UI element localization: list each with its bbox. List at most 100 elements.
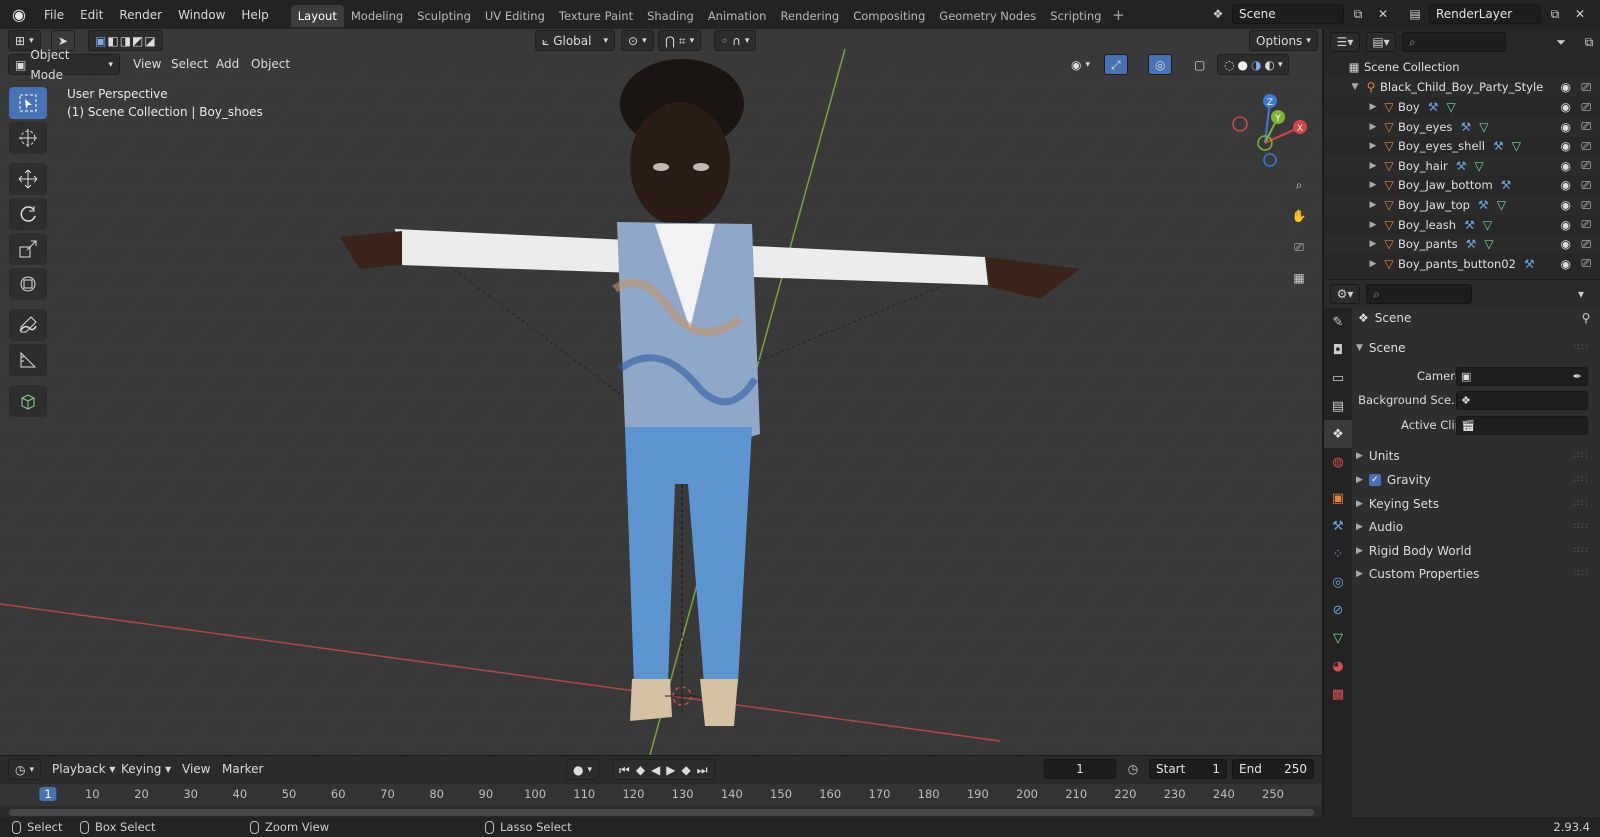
play-reverse-icon[interactable]: ◀ — [651, 760, 660, 780]
select-extend-icon[interactable]: ◧ — [107, 31, 118, 51]
tab-modeling[interactable]: Modeling — [344, 5, 410, 27]
collapsed-triangle-icon[interactable]: ▶ — [1366, 102, 1380, 112]
modifier-wrench-icon[interactable]: ⚒ — [1428, 100, 1439, 114]
constraints-tab-icon[interactable]: ⊘ — [1324, 596, 1352, 624]
jump-end-icon[interactable]: ⏭ — [697, 760, 708, 780]
keying-sets-panel-header[interactable]: ▶ Keying Sets — [1356, 494, 1439, 514]
outliner-row-scene-collection[interactable]: ▦ Scene Collection — [1324, 57, 1600, 77]
world-tab-icon[interactable]: ◍ — [1324, 448, 1352, 476]
gravity-panel-header[interactable]: ▶ ✓ Gravity — [1356, 470, 1431, 490]
jump-start-icon[interactable]: ⏮ — [619, 760, 630, 780]
eye-icon[interactable]: ◉ — [1561, 257, 1571, 271]
collapsed-triangle-icon[interactable]: ▶ — [1366, 200, 1380, 210]
mesh-data-icon[interactable]: ▽ — [1479, 120, 1488, 134]
drag-grip-icon[interactable]: :::: — [1573, 474, 1589, 484]
gravity-checkbox[interactable]: ✓ — [1368, 474, 1381, 486]
render-tab-icon[interactable]: ◘ — [1324, 336, 1352, 364]
menu-select[interactable]: Select — [165, 54, 214, 75]
modifier-wrench-icon[interactable]: ⚒ — [1478, 198, 1489, 212]
eye-icon[interactable]: ◉ — [1561, 159, 1571, 173]
modifier-wrench-icon[interactable]: ⚒ — [1324, 512, 1352, 540]
menu-timeline-view[interactable]: View — [176, 759, 216, 780]
tab-rendering[interactable]: Rendering — [773, 5, 846, 27]
drag-grip-icon[interactable]: :::: — [1573, 568, 1589, 578]
tool-tab-icon[interactable]: ✎ — [1324, 308, 1352, 336]
camera-icon[interactable]: ⎚ — [1581, 217, 1591, 232]
modifier-wrench-icon[interactable]: ⚒ — [1466, 237, 1477, 251]
modifier-wrench-icon[interactable]: ⚒ — [1493, 139, 1504, 153]
outliner-row-object[interactable]: ▶ ▽ Boy_hair ⚒ ▽ ◉ ⎚ — [1324, 155, 1600, 176]
eye-icon[interactable]: ◉ — [1561, 80, 1571, 94]
play-icon[interactable]: ▶ — [666, 760, 675, 780]
mode-dropdown[interactable]: ▣ Object Mode ▾ — [8, 48, 120, 82]
display-mode-icon[interactable]: ▤▾ — [1366, 32, 1396, 52]
view-layer-field[interactable]: RenderLayer — [1429, 4, 1541, 24]
tab-sculpting[interactable]: Sculpting — [410, 5, 478, 27]
drag-grip-icon[interactable]: :::: — [1573, 521, 1589, 531]
gizmo-toggle[interactable]: ⤢ — [1104, 54, 1128, 75]
camera-icon[interactable]: ⎚ — [1581, 80, 1591, 95]
delete-scene-icon[interactable]: ✕ — [1372, 4, 1394, 24]
menu-object[interactable]: Object — [245, 54, 296, 75]
proportional-editing-toggle[interactable]: ◦ ∩ ▾ — [714, 30, 757, 51]
outliner-row-object[interactable]: ▶ ▽ Boy_leash ⚒ ▽ ◉ ⎚ — [1324, 215, 1600, 235]
tab-scripting[interactable]: Scripting — [1043, 5, 1108, 27]
eye-icon[interactable]: ◉ — [1561, 237, 1571, 251]
mesh-data-tab-icon[interactable]: ▽ — [1324, 624, 1352, 652]
menu-edit[interactable]: Edit — [72, 4, 111, 26]
texture-tab-icon[interactable]: ▩ — [1324, 680, 1352, 708]
eye-icon[interactable]: ◉ — [1561, 198, 1571, 212]
outliner-row-object[interactable]: ▶ ▽ Boy_eyes ⚒ ▽ ◉ ⎚ — [1324, 116, 1600, 137]
menu-playback[interactable]: Playback ▾ — [46, 759, 121, 780]
camera-icon[interactable]: ⎚ — [1581, 139, 1591, 154]
menu-keying[interactable]: Keying ▾ — [115, 759, 177, 780]
expand-triangle-icon[interactable]: ▼ — [1348, 82, 1362, 92]
select-subtract-icon[interactable]: ◨ — [120, 31, 131, 51]
custom-properties-panel-header[interactable]: ▶ Custom Properties — [1356, 564, 1479, 584]
drag-grip-icon[interactable]: :::: — [1573, 342, 1589, 352]
collapsed-triangle-icon[interactable]: ▶ — [1366, 220, 1380, 230]
add-workspace-button[interactable]: + — [1108, 6, 1128, 24]
solid-shading-icon[interactable]: ● — [1237, 55, 1247, 75]
tab-compositing[interactable]: Compositing — [846, 5, 932, 27]
collapsed-triangle-icon[interactable]: ▶ — [1366, 122, 1380, 132]
modifier-wrench-icon[interactable]: ⚒ — [1501, 178, 1512, 192]
preview-range-clock-icon[interactable]: ◷ — [1122, 759, 1144, 779]
mesh-data-icon[interactable]: ▽ — [1447, 100, 1456, 114]
rendered-shading-icon[interactable]: ◐ — [1264, 55, 1274, 75]
active-clip-field[interactable]: 🎬︎ — [1456, 416, 1588, 435]
chevron-down-icon[interactable]: ▾ — [1278, 55, 1283, 75]
collapsed-triangle-icon[interactable]: ▶ — [1366, 141, 1380, 151]
start-frame-field[interactable]: Start 1 — [1149, 759, 1227, 779]
rotate-tool[interactable] — [9, 198, 47, 230]
camera-icon[interactable]: ⎚ — [1581, 100, 1591, 115]
end-frame-field[interactable]: End 250 — [1232, 759, 1314, 779]
eye-icon[interactable]: ◉ — [1561, 178, 1571, 192]
select-box-tool[interactable] — [9, 87, 47, 119]
modifier-wrench-icon[interactable]: ⚒ — [1524, 257, 1535, 271]
current-frame-indicator[interactable]: 1 — [39, 787, 57, 801]
mesh-data-icon[interactable]: ▽ — [1512, 139, 1521, 153]
outliner-row-object[interactable]: ▶ ▽ Boy_Jaw_top ⚒ ▽ ◉ ⎚ — [1324, 195, 1600, 215]
audio-panel-header[interactable]: ▶ Audio — [1356, 517, 1403, 537]
eye-icon[interactable]: ◉ — [1561, 218, 1571, 232]
zoom-icon[interactable]: ⌕ — [1285, 171, 1313, 199]
physics-tab-icon[interactable]: ◎ — [1324, 568, 1352, 596]
outliner-search-input[interactable]: ⌕ — [1402, 32, 1506, 52]
prev-keyframe-icon[interactable]: ◆ — [636, 760, 645, 780]
menu-add[interactable]: Add — [210, 54, 245, 75]
menu-marker[interactable]: Marker — [216, 759, 269, 780]
modifier-wrench-icon[interactable]: ⚒ — [1464, 218, 1475, 232]
transform-orientation-dropdown[interactable]: ⟀ Global ▾ — [535, 30, 615, 51]
auto-keying-toggle[interactable]: ● ▾ — [566, 759, 600, 780]
gizmo-neg-z-axis[interactable] — [1263, 153, 1277, 167]
tab-geometry-nodes[interactable]: Geometry Nodes — [932, 5, 1043, 27]
tab-uv-editing[interactable]: UV Editing — [478, 5, 552, 27]
collapsed-triangle-icon[interactable]: ▶ — [1366, 161, 1380, 171]
scene-selector-icon[interactable]: ❖ — [1207, 4, 1229, 24]
pan-hand-icon[interactable]: ✋ — [1285, 202, 1313, 230]
scene-tab-icon[interactable]: ❖ — [1324, 420, 1352, 448]
outliner-row-object[interactable]: ▶ ▽ Boy_eyes_shell ⚒ ▽ ◉ ⎚ — [1324, 136, 1600, 156]
modifier-wrench-icon[interactable]: ⚒ — [1460, 120, 1471, 134]
eye-icon[interactable]: ◉ — [1561, 120, 1571, 134]
